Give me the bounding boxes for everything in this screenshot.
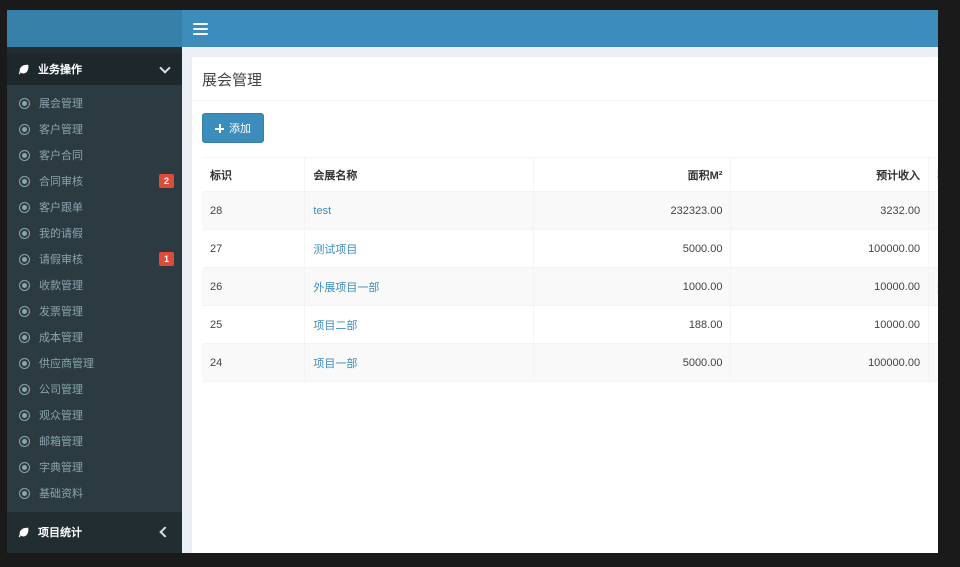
dot-circle-icon [19,253,30,265]
cell-income: 100000.00 [730,229,930,268]
sidebar-item-invoice-mgmt[interactable]: 发票管理 [7,298,182,324]
exhibition-link[interactable]: 外展项目一部 [313,282,379,294]
exhibition-link[interactable]: 项目二部 [313,320,357,332]
dot-circle-icon [19,279,30,291]
sidebar-item-customer-mgmt[interactable]: 客户管理 [7,116,182,142]
table-row: 26 外展项目一部 1000.00 10000.00 外展项目 [202,267,938,306]
cell-area: 188.00 [533,305,732,344]
cell-dept: 内展项目 [928,343,938,382]
sidebar-item-company-mgmt[interactable]: 公司管理 [7,376,182,402]
dot-circle-icon [19,123,30,135]
sidebar-section-project-stats[interactable]: 项目统计 [7,516,182,548]
exhibition-link[interactable]: 项目一部 [313,358,357,370]
content-area: 展会管理 添加 标识 会展名称 面积M² 预计收入 28 test 232323… [182,47,938,553]
table-row: 27 测试项目 5000.00 100000.00 内展项目 [202,229,938,268]
cell-dept: 内展项目 [928,191,938,230]
cell-area: 5000.00 [533,229,732,268]
sidebar-item-audience-mgmt[interactable]: 观众管理 [7,402,182,428]
sidebar: 业务操作 展会管理 客户管理 客户合同 合同审核 2 客户跟单 我的请假 请假审核… [7,47,182,553]
sidebar-section-label: 项目统计 [38,527,82,539]
dot-circle-icon [19,331,30,343]
app-window: 业务操作 展会管理 客户管理 客户合同 合同审核 2 客户跟单 我的请假 请假审核… [7,10,938,553]
hamburger-icon[interactable] [193,22,208,35]
exhibition-link[interactable]: 测试项目 [313,244,357,256]
leaf-icon [17,526,30,539]
cell-area: 1000.00 [533,267,732,306]
cell-name: 测试项目 [304,229,534,268]
sidebar-item-exhibition-mgmt[interactable]: 展会管理 [7,90,182,116]
add-button-label: 添加 [229,123,251,135]
cell-id: 28 [202,191,306,230]
column-header-id: 标识 [202,157,306,192]
sidebar-item-supplier-mgmt[interactable]: 供应商管理 [7,350,182,376]
chevron-down-icon [159,61,171,74]
cell-income: 10000.00 [730,305,930,344]
dot-circle-icon [19,227,30,239]
dot-circle-icon [19,409,30,421]
dot-circle-icon [19,201,30,213]
sidebar-item-payment-mgmt[interactable]: 收款管理 [7,272,182,298]
sidebar-item-contract-review[interactable]: 合同审核 2 [7,168,182,194]
column-header-income: 预计收入 [730,157,930,192]
cell-income: 100000.00 [730,343,930,382]
cell-id: 26 [202,267,306,306]
column-header-dept: 实施部门 [928,157,938,192]
sidebar-section-label: 业务操作 [38,64,82,76]
panel-header: 展会管理 [192,57,938,101]
top-bar [7,10,938,47]
sidebar-section-business-ops[interactable]: 业务操作 [7,53,182,85]
sidebar-item-cost-mgmt[interactable]: 成本管理 [7,324,182,350]
sidebar-item-dictionary-mgmt[interactable]: 字典管理 [7,454,182,480]
add-button[interactable]: 添加 [202,113,264,143]
cell-id: 24 [202,343,306,382]
cell-dept: 内展项目 [928,305,938,344]
cell-name: 项目一部 [304,343,534,382]
plus-icon [215,123,224,133]
table-row: 25 项目二部 188.00 10000.00 内展项目 [202,305,938,344]
table-row: 24 项目一部 5000.00 100000.00 内展项目 [202,343,938,382]
dot-circle-icon [19,435,30,447]
cell-area: 5000.00 [533,343,732,382]
dot-circle-icon [19,383,30,395]
sidebar-item-mailbox-mgmt[interactable]: 邮箱管理 [7,428,182,454]
cell-income: 3232.00 [730,191,930,230]
sidebar-item-customer-contract[interactable]: 客户合同 [7,142,182,168]
exhibition-link[interactable]: test [313,205,331,217]
cell-area: 232323.00 [533,191,732,230]
sidebar-section-system-mgmt[interactable]: 系统管理 [7,552,182,553]
dot-circle-icon [19,149,30,161]
leaf-icon [17,63,30,76]
sidebar-item-customer-followup[interactable]: 客户跟单 [7,194,182,220]
dot-circle-icon [19,175,30,187]
cell-name: test [304,191,534,230]
cell-income: 10000.00 [730,267,930,306]
exhibition-table: 标识 会展名称 面积M² 预计收入 实施部门 28 test 2 [202,157,938,382]
cell-name: 外展项目一部 [304,267,534,306]
chevron-left-icon [159,526,171,538]
dot-circle-icon [19,461,30,473]
notification-badge: 2 [158,174,174,188]
dot-circle-icon [19,487,30,499]
table-header-row: 标识 会展名称 面积M² 预计收入 实施部门 [202,157,938,192]
cell-id: 27 [202,229,306,268]
logo-area [7,10,182,47]
cell-name: 项目二部 [304,305,534,344]
sidebar-item-my-leave[interactable]: 我的请假 [7,220,182,246]
column-header-area: 面积M² [533,157,732,192]
cell-dept: 内展项目 [928,229,938,268]
cell-id: 25 [202,305,306,344]
sidebar-submenu: 展会管理 客户管理 客户合同 合同审核 2 客户跟单 我的请假 请假审核 1 收款管… [7,85,182,512]
table-row: 28 test 232323.00 3232.00 内展项目 [202,191,938,230]
sidebar-item-leave-review[interactable]: 请假审核 1 [7,246,182,272]
dot-circle-icon [19,97,30,109]
navbar [182,10,938,47]
dot-circle-icon [19,357,30,369]
column-header-name: 会展名称 [304,157,534,192]
dot-circle-icon [19,305,30,317]
page-title: 展会管理 [202,72,263,89]
sidebar-item-basic-data[interactable]: 基础资料 [7,480,182,506]
cell-dept: 外展项目 [928,267,938,306]
exhibition-panel: 展会管理 添加 标识 会展名称 面积M² 预计收入 28 test 232323… [192,57,938,553]
notification-badge: 1 [158,252,174,266]
